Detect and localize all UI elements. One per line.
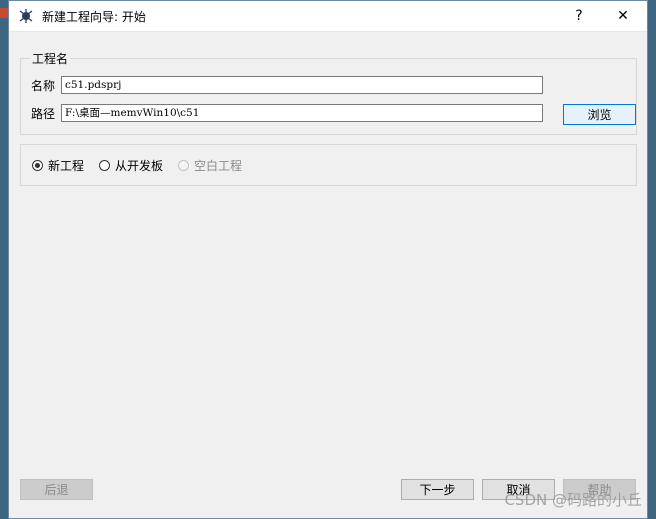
name-label: 名称 xyxy=(31,78,56,93)
back-button: 后退 xyxy=(20,479,93,500)
radio-new-project-indicator[interactable] xyxy=(32,159,43,171)
path-row: 路径 F:\桌面—memvWin10\c51 xyxy=(31,104,543,122)
next-button[interactable]: 下一步 xyxy=(401,479,474,500)
background-left-accent xyxy=(0,8,8,18)
new-project-wizard-dialog: 新建工程向导: 开始 ? ✕ 工程名 名称 c51.pdsprj 路径 F:\桌… xyxy=(8,0,648,519)
radio-from-dev-board-indicator[interactable] xyxy=(99,159,111,171)
proteus-app-icon xyxy=(19,9,33,23)
radio-blank-project-indicator xyxy=(178,159,190,171)
radio-blank-project: 空白工程 xyxy=(178,157,242,174)
window-title: 新建工程向导: 开始 xyxy=(42,9,146,24)
radio-new-project[interactable]: 新工程 xyxy=(32,157,84,174)
radio-from-dev-board-label: 从开发板 xyxy=(115,158,164,173)
project-type-group: 新工程 从开发板 空白工程 xyxy=(20,144,637,186)
project-path-field[interactable]: F:\桌面—memvWin10\c51 xyxy=(61,104,543,122)
project-name-field[interactable]: c51.pdsprj xyxy=(61,76,543,94)
title-bar: 新建工程向导: 开始 ? ✕ xyxy=(9,1,647,32)
name-row: 名称 c51.pdsprj xyxy=(31,76,543,94)
radio-new-project-label: 新工程 xyxy=(48,158,85,173)
background-left-strip xyxy=(0,0,8,519)
watermark: CSDN @码路的小丘 xyxy=(504,491,642,509)
close-icon[interactable]: ✕ xyxy=(601,1,645,31)
browse-button[interactable]: 浏览 xyxy=(563,104,636,125)
help-icon[interactable]: ? xyxy=(557,1,601,31)
project-name-group: 工程名 名称 c51.pdsprj 路径 F:\桌面—memvWin10\c51… xyxy=(20,50,637,135)
background-right-strip xyxy=(648,0,656,519)
radio-blank-project-label: 空白工程 xyxy=(194,158,243,173)
path-label: 路径 xyxy=(31,106,56,121)
project-name-group-title: 工程名 xyxy=(30,50,71,67)
radio-from-dev-board[interactable]: 从开发板 xyxy=(99,157,163,174)
